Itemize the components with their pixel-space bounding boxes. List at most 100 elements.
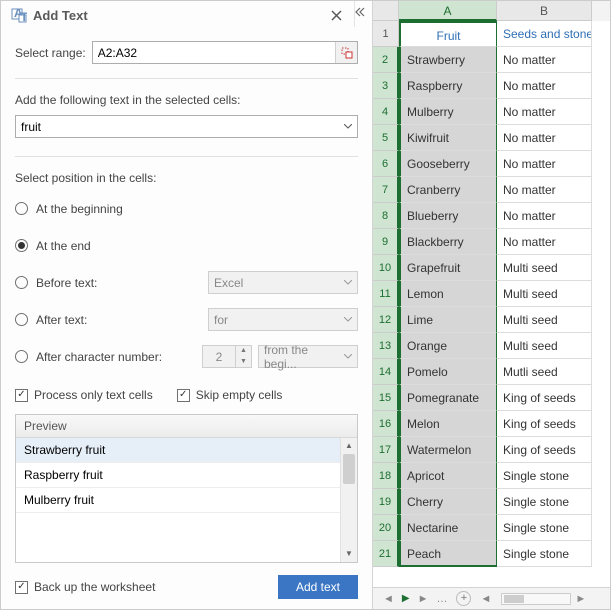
cell-B[interactable]: King of seeds xyxy=(497,385,592,411)
cell-A[interactable]: Watermelon xyxy=(399,437,497,463)
cell-B[interactable]: Multi seed xyxy=(497,307,592,333)
tab-list-menu[interactable]: … xyxy=(432,593,451,605)
row-header[interactable]: 16 xyxy=(373,411,399,437)
radio-icon xyxy=(15,350,28,363)
collapse-pane-icon[interactable] xyxy=(354,1,372,27)
radio-at-end[interactable]: At the end xyxy=(15,234,358,257)
cell-B[interactable]: No matter xyxy=(497,125,592,151)
row-header[interactable]: 6 xyxy=(373,151,399,177)
row-header[interactable]: 2 xyxy=(373,47,399,73)
cell-B[interactable]: King of seeds xyxy=(497,437,592,463)
check-skip-empty[interactable] xyxy=(177,389,190,402)
row-header[interactable]: 17 xyxy=(373,437,399,463)
cell-A[interactable]: Orange xyxy=(399,333,497,359)
row-header[interactable]: 12 xyxy=(373,307,399,333)
cell-B[interactable]: No matter xyxy=(497,151,592,177)
cell-A[interactable]: Apricot xyxy=(399,463,497,489)
grid-row: 18ApricotSingle stone xyxy=(373,463,610,489)
cell-B[interactable]: Multi seed xyxy=(497,281,592,307)
cell-A[interactable]: Raspberry xyxy=(399,73,497,99)
radio-after-text[interactable]: After text: for xyxy=(15,308,358,331)
cell-B[interactable]: Single stone xyxy=(497,463,592,489)
row-header[interactable]: 5 xyxy=(373,125,399,151)
cell-B[interactable]: Single stone xyxy=(497,489,592,515)
header-row: 1 Fruit Seeds and stones xyxy=(373,21,610,47)
text-value-combo[interactable]: fruit xyxy=(15,115,358,138)
tab-nav-next[interactable]: ► xyxy=(414,593,433,605)
cell-A[interactable]: Kiwifruit xyxy=(399,125,497,151)
row-header[interactable]: 13 xyxy=(373,333,399,359)
add-text-button[interactable]: Add text xyxy=(278,575,358,599)
cell-B[interactable]: Multi seed xyxy=(497,333,592,359)
cell-B[interactable]: Single stone xyxy=(497,541,592,567)
cell-A[interactable]: Pomelo xyxy=(399,359,497,385)
cell-A[interactable]: Strawberry xyxy=(399,47,497,73)
row-header[interactable]: 19 xyxy=(373,489,399,515)
cell-A[interactable]: Melon xyxy=(399,411,497,437)
cell-B[interactable]: No matter xyxy=(497,47,592,73)
grid-row: 9BlackberryNo matter xyxy=(373,229,610,255)
range-input[interactable] xyxy=(93,42,335,63)
add-sheet-button[interactable]: + xyxy=(456,591,471,606)
cell-header-A[interactable]: Fruit xyxy=(399,21,497,47)
preview-scrollbar[interactable]: ▲▼ xyxy=(340,438,357,562)
cell-A[interactable]: Peach xyxy=(399,541,497,567)
cell-B[interactable]: No matter xyxy=(497,177,592,203)
row-header[interactable]: 11 xyxy=(373,281,399,307)
row-header[interactable]: 8 xyxy=(373,203,399,229)
cell-A[interactable]: Cranberry xyxy=(399,177,497,203)
cell-A[interactable]: Grapefruit xyxy=(399,255,497,281)
col-header-B[interactable]: B xyxy=(497,1,592,21)
grid-row: 2StrawberryNo matter xyxy=(373,47,610,73)
cell-B[interactable]: No matter xyxy=(497,73,592,99)
preview-row[interactable]: Raspberry fruit xyxy=(16,463,340,488)
cell-B[interactable]: Multi seed xyxy=(497,255,592,281)
check-process-text-cells[interactable] xyxy=(15,389,28,402)
radio-before-text[interactable]: Before text: Excel xyxy=(15,271,358,294)
hscroll-left[interactable]: ◄ xyxy=(476,593,495,605)
cell-A[interactable]: Cherry xyxy=(399,489,497,515)
range-input-wrap xyxy=(92,41,358,64)
col-header-A[interactable]: A xyxy=(399,1,497,21)
cell-A[interactable]: Blueberry xyxy=(399,203,497,229)
row-header[interactable]: 20 xyxy=(373,515,399,541)
cell-A[interactable]: Gooseberry xyxy=(399,151,497,177)
cell-B[interactable]: No matter xyxy=(497,99,592,125)
range-picker-icon[interactable] xyxy=(335,42,357,63)
row-header[interactable]: 4 xyxy=(373,99,399,125)
check-backup[interactable] xyxy=(15,581,28,594)
row-header[interactable]: 21 xyxy=(373,541,399,567)
range-label: Select range: xyxy=(15,46,86,60)
hscroll-right[interactable]: ► xyxy=(571,593,590,605)
row-header[interactable]: 1 xyxy=(373,21,399,47)
cell-B[interactable]: Single stone xyxy=(497,515,592,541)
row-header[interactable]: 18 xyxy=(373,463,399,489)
preview-row[interactable]: Mulberry fruit xyxy=(16,488,340,513)
close-icon[interactable] xyxy=(327,8,346,23)
radio-at-beginning[interactable]: At the beginning xyxy=(15,197,358,220)
select-all-corner[interactable] xyxy=(373,1,399,21)
row-header[interactable]: 3 xyxy=(373,73,399,99)
row-header[interactable]: 7 xyxy=(373,177,399,203)
row-header[interactable]: 14 xyxy=(373,359,399,385)
cell-A[interactable]: Nectarine xyxy=(399,515,497,541)
row-header[interactable]: 10 xyxy=(373,255,399,281)
tab-nav-first[interactable]: ◄ xyxy=(379,593,398,605)
cell-A[interactable]: Lime xyxy=(399,307,497,333)
row-header[interactable]: 15 xyxy=(373,385,399,411)
cell-A[interactable]: Blackberry xyxy=(399,229,497,255)
cell-header-B[interactable]: Seeds and stones xyxy=(497,21,592,47)
horizontal-scrollbar[interactable] xyxy=(501,593,571,605)
position-section-label: Select position in the cells: xyxy=(15,171,358,185)
cell-B[interactable]: King of seeds xyxy=(497,411,592,437)
cell-B[interactable]: No matter xyxy=(497,229,592,255)
cell-A[interactable]: Pomegranate xyxy=(399,385,497,411)
preview-row[interactable]: Strawberry fruit xyxy=(16,438,340,463)
row-header[interactable]: 9 xyxy=(373,229,399,255)
radio-after-char-num[interactable]: After character number: 2 ▲▼ from the be… xyxy=(15,345,358,368)
cell-B[interactable]: No matter xyxy=(497,203,592,229)
cell-B[interactable]: Mutli seed xyxy=(497,359,592,385)
tab-nav-active[interactable]: ▶ xyxy=(398,593,414,604)
cell-A[interactable]: Mulberry xyxy=(399,99,497,125)
cell-A[interactable]: Lemon xyxy=(399,281,497,307)
